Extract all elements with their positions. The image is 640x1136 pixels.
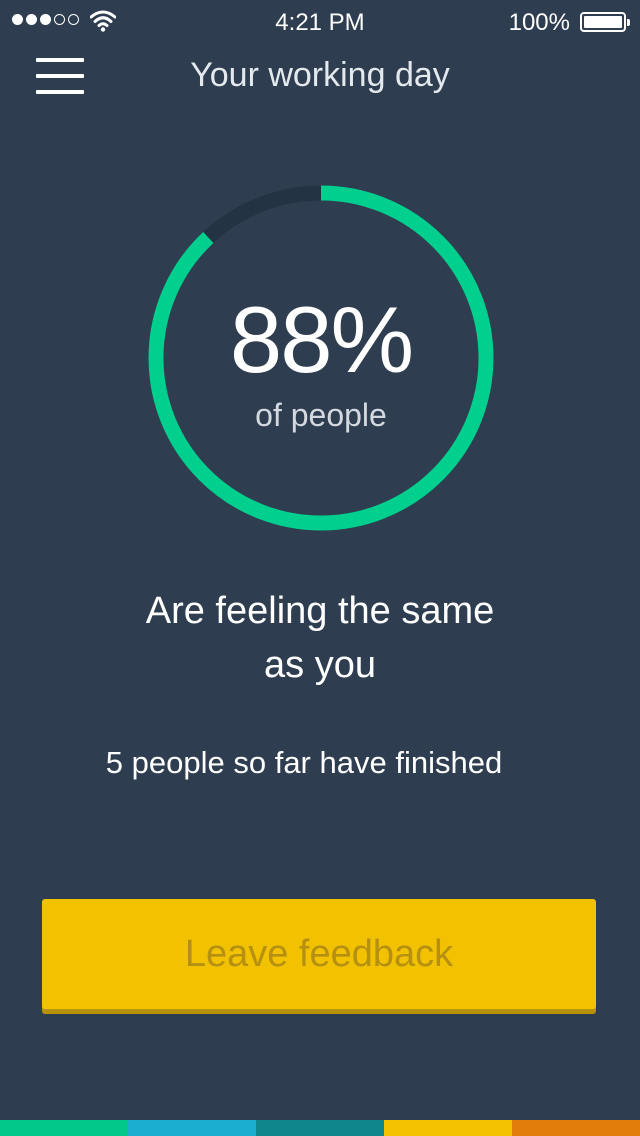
battery-icon xyxy=(580,12,630,32)
color-stripe-segment xyxy=(256,1120,384,1136)
percentage-value: 88% xyxy=(229,287,414,392)
battery-percentage: 100% xyxy=(508,9,570,36)
color-stripe-segment xyxy=(512,1120,640,1136)
progress-ring: 88% of people xyxy=(148,185,494,531)
color-stripe-segment xyxy=(128,1120,256,1136)
leave-feedback-button[interactable]: Leave feedback xyxy=(42,899,596,1009)
color-stripe xyxy=(0,1120,640,1136)
finished-count-text: 5 people so far have finished xyxy=(105,745,503,780)
headline-line-2: as you xyxy=(264,644,376,686)
percentage-caption: of people xyxy=(255,397,387,433)
headline-line-1: Are feeling the same xyxy=(145,590,495,632)
headline: Are feeling the same as you xyxy=(60,584,580,692)
page-title: Your working day xyxy=(190,56,450,94)
color-stripe-segment xyxy=(0,1120,128,1136)
status-bar: 4:21 PM 100% xyxy=(0,0,640,44)
color-stripe-segment xyxy=(384,1120,512,1136)
